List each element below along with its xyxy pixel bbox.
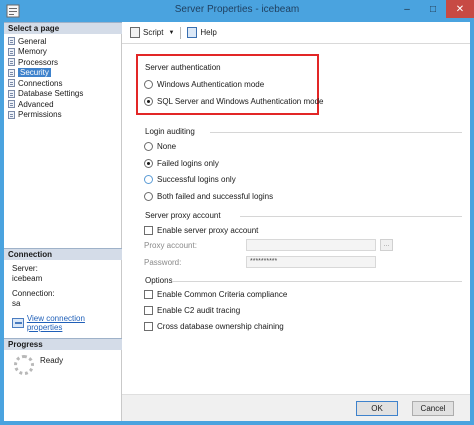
proxy-account-input[interactable] xyxy=(246,239,376,251)
page-item-security[interactable]: Security xyxy=(6,68,120,79)
server-properties-window: Server Properties - icebeam – □ ✕ Select… xyxy=(0,0,474,425)
page-icon xyxy=(8,110,15,119)
security-page: Script ▼ Help Server authentication Wind… xyxy=(122,22,470,394)
audit-failed-label: Failed logins only xyxy=(157,159,219,168)
mixed-auth-label: SQL Server and Windows Authentication mo… xyxy=(157,97,324,106)
title-bar[interactable]: Server Properties - icebeam – □ ✕ xyxy=(0,0,474,22)
audit-failed-radio[interactable]: Failed logins only xyxy=(144,159,219,168)
toolbar-separator xyxy=(180,26,182,39)
password-label: Password: xyxy=(144,258,182,267)
page-item-memory[interactable]: Memory xyxy=(6,47,120,58)
page-item-label: Advanced xyxy=(18,99,54,109)
close-button[interactable]: ✕ xyxy=(446,0,474,18)
maximize-button[interactable]: □ xyxy=(420,0,446,18)
page-item-permissions[interactable]: Permissions xyxy=(6,110,120,121)
progress-status: Ready xyxy=(40,356,64,365)
page-item-label: Security xyxy=(18,68,51,78)
help-icon xyxy=(187,27,198,38)
mixed-auth-radio[interactable]: SQL Server and Windows Authentication mo… xyxy=(144,97,323,106)
progress-header: Progress xyxy=(4,338,122,350)
password-input[interactable]: ********** xyxy=(246,256,376,268)
select-page-header: Select a page xyxy=(4,22,122,34)
radio-button[interactable] xyxy=(144,80,153,89)
radio-button[interactable] xyxy=(144,192,153,201)
page-item-label: Database Settings xyxy=(18,89,84,99)
cross-db-chaining-checkbox[interactable]: Cross database ownership chaining xyxy=(144,322,284,331)
group-divider xyxy=(172,281,462,282)
checkbox[interactable] xyxy=(144,290,153,299)
radio-button[interactable] xyxy=(144,142,153,151)
server-value: icebeam xyxy=(12,274,43,283)
page-icon xyxy=(8,89,15,98)
chevron-down-icon[interactable]: ▼ xyxy=(168,30,174,36)
progress-spinner-icon xyxy=(14,355,34,375)
connection-properties-icon xyxy=(12,318,24,328)
page-icon xyxy=(8,100,15,109)
server-proxy-title: Server proxy account xyxy=(145,211,221,220)
proxy-account-label: Proxy account: xyxy=(144,241,197,250)
windows-auth-radio[interactable]: Windows Authentication mode xyxy=(144,80,264,89)
c2-audit-label: Enable C2 audit tracing xyxy=(157,306,241,315)
page-icon xyxy=(8,68,15,77)
page-item-label: Permissions xyxy=(18,110,62,120)
view-connection-properties-link[interactable]: View connection properties xyxy=(12,314,121,332)
c2-audit-checkbox[interactable]: Enable C2 audit tracing xyxy=(144,306,240,315)
radio-button[interactable] xyxy=(144,175,153,184)
page-list: General Memory Processors Security Conne… xyxy=(6,36,120,120)
radio-button-selected[interactable] xyxy=(144,97,153,106)
page-item-database-settings[interactable]: Database Settings xyxy=(6,89,120,100)
cancel-button[interactable]: Cancel xyxy=(412,401,454,416)
checkbox[interactable] xyxy=(144,306,153,315)
audit-none-radio[interactable]: None xyxy=(144,142,176,151)
script-icon xyxy=(130,27,140,38)
page-item-label: Memory xyxy=(18,47,47,57)
page-item-processors[interactable]: Processors xyxy=(6,57,120,68)
enable-proxy-label: Enable server proxy account xyxy=(157,226,259,235)
minimize-button[interactable]: – xyxy=(394,0,420,18)
view-connection-properties-label[interactable]: View connection properties xyxy=(27,314,121,332)
windows-auth-label: Windows Authentication mode xyxy=(157,80,265,89)
script-button[interactable]: Script ▼ xyxy=(130,27,174,38)
dialog-client-area: Select a page General Memory Processors … xyxy=(4,22,470,421)
common-criteria-checkbox[interactable]: Enable Common Criteria compliance xyxy=(144,290,287,299)
page-item-label: General xyxy=(18,36,47,46)
audit-both-label: Both failed and successful logins xyxy=(157,192,274,201)
page-icon xyxy=(8,47,15,56)
help-button[interactable]: Help xyxy=(187,27,217,38)
audit-none-label: None xyxy=(157,142,177,151)
toolbar: Script ▼ Help xyxy=(122,22,470,44)
checkbox[interactable] xyxy=(144,226,153,235)
options-title: Options xyxy=(145,276,173,285)
checkbox[interactable] xyxy=(144,322,153,331)
audit-both-radio[interactable]: Both failed and successful logins xyxy=(144,192,273,201)
page-item-advanced[interactable]: Advanced xyxy=(6,99,120,110)
login-auditing-title: Login auditing xyxy=(145,127,195,136)
audit-successful-radio[interactable]: Successful logins only xyxy=(144,175,236,184)
page-icon xyxy=(8,58,15,67)
audit-successful-label: Successful logins only xyxy=(157,175,236,184)
server-label: Server: xyxy=(12,264,38,273)
browse-proxy-button[interactable]: ... xyxy=(380,239,393,251)
page-item-connections[interactable]: Connections xyxy=(6,78,120,89)
connection-label: Connection: xyxy=(12,289,55,298)
cross-db-chaining-label: Cross database ownership chaining xyxy=(157,322,284,331)
radio-button-selected[interactable] xyxy=(144,159,153,168)
page-icon xyxy=(8,79,15,88)
enable-proxy-checkbox[interactable]: Enable server proxy account xyxy=(144,226,258,235)
group-divider xyxy=(210,132,462,133)
page-item-general[interactable]: General xyxy=(6,36,120,47)
dialog-footer: OK Cancel xyxy=(122,394,470,421)
connection-header: Connection xyxy=(4,248,122,260)
connection-value: sa xyxy=(12,299,21,308)
help-label: Help xyxy=(200,28,217,37)
ok-button[interactable]: OK xyxy=(356,401,398,416)
script-label: Script xyxy=(143,28,164,37)
page-item-label: Processors xyxy=(18,57,59,67)
page-icon xyxy=(8,37,15,46)
page-item-label: Connections xyxy=(18,78,63,88)
server-authentication-title: Server authentication xyxy=(145,63,221,72)
left-panel: Select a page General Memory Processors … xyxy=(4,22,122,421)
group-divider xyxy=(240,216,462,217)
common-criteria-label: Enable Common Criteria compliance xyxy=(157,290,288,299)
